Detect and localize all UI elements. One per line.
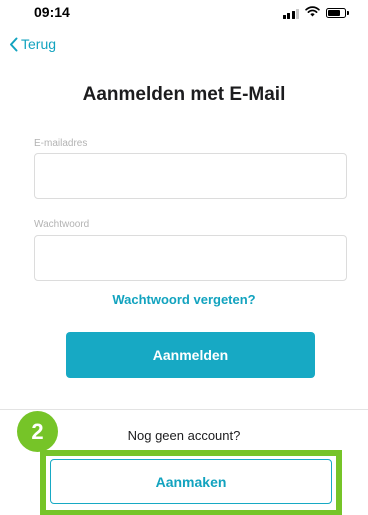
password-field[interactable] — [34, 235, 347, 281]
email-field[interactable] — [34, 153, 347, 199]
create-account-button[interactable]: Aanmaken — [50, 459, 332, 504]
chevron-left-icon — [9, 37, 18, 52]
forgot-password-link[interactable]: Wachtwoord vergeten? — [0, 292, 368, 307]
status-bar: 09:14 — [0, 0, 368, 26]
page-title: Aanmelden met E-Mail — [82, 84, 286, 105]
status-icons — [282, 4, 349, 22]
status-time: 09:14 — [34, 4, 70, 20]
no-account-text: Nog geen account? — [127, 428, 241, 443]
password-label: Wachtwoord — [34, 219, 90, 230]
back-button[interactable]: Terug — [9, 33, 56, 55]
login-button[interactable]: Aanmelden — [66, 332, 315, 378]
signal-icon — [282, 8, 299, 19]
wifi-icon — [305, 4, 320, 22]
divider — [0, 409, 368, 410]
battery-icon — [326, 8, 349, 18]
back-label: Terug — [21, 36, 57, 52]
email-label: E-mailadres — [34, 138, 88, 149]
